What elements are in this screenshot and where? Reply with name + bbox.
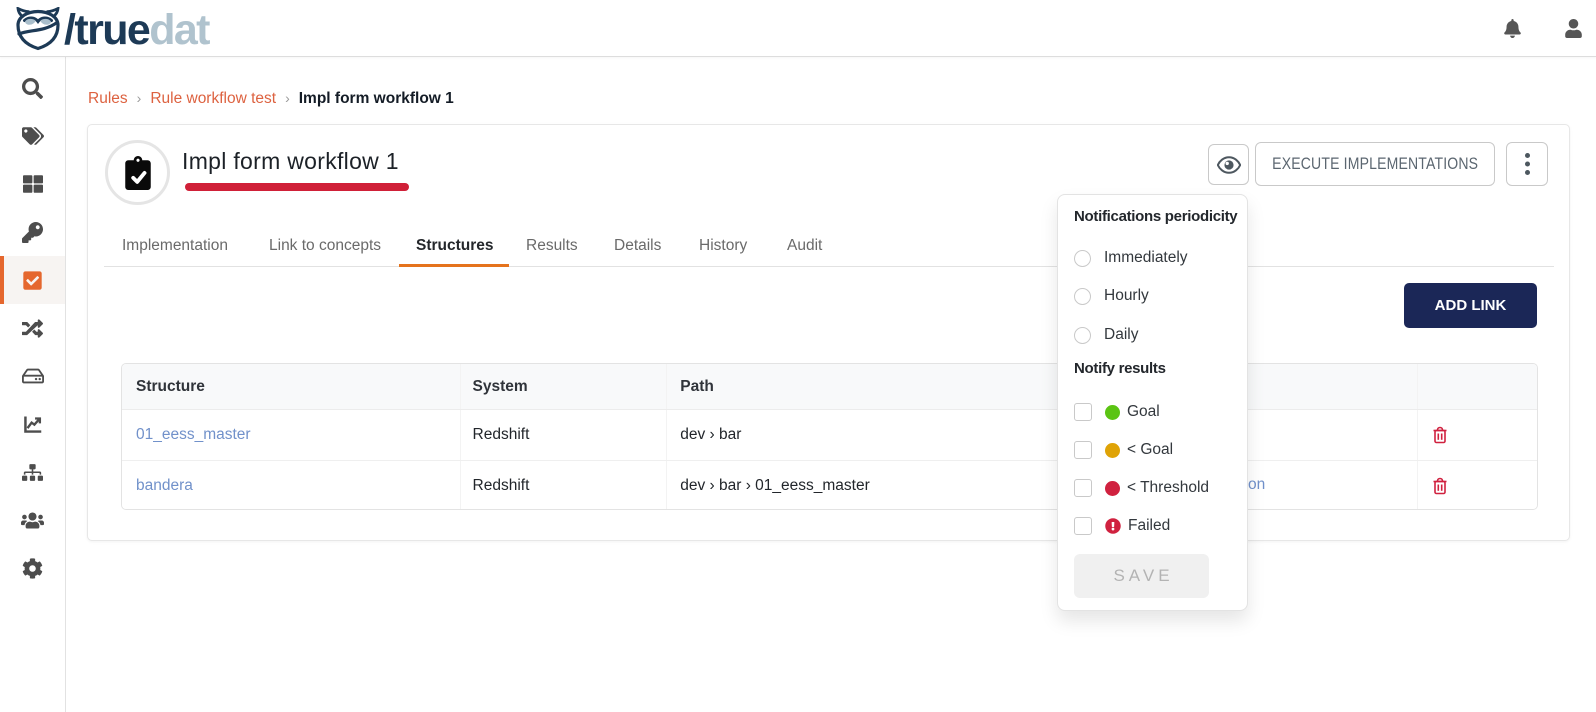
svg-text:/truedat: /truedat bbox=[64, 7, 210, 53]
